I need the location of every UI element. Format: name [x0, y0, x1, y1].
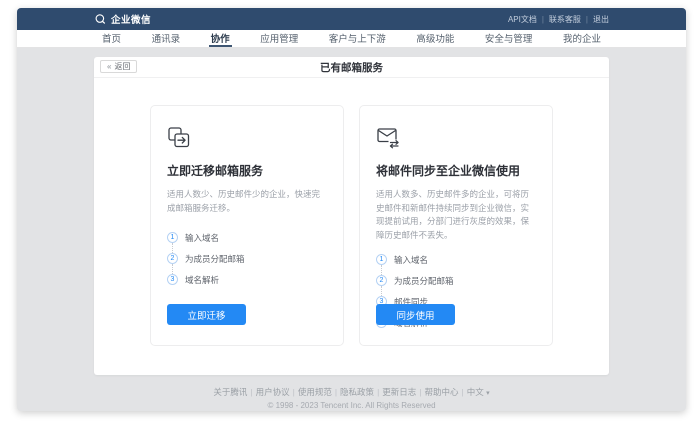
step-label: 输入域名: [394, 254, 428, 266]
migrate-now-button[interactable]: 立即迁移: [167, 304, 246, 325]
migrate-mail-card: 立即迁移邮箱服务 适用人数少、历史邮件少的企业，快速完成邮箱服务迁移。 1 输入…: [150, 105, 344, 346]
step-label: 输入域名: [185, 232, 219, 244]
logo-text: 企业微信: [111, 12, 151, 26]
separator: |: [462, 387, 464, 397]
api-docs-link[interactable]: API文档: [508, 14, 537, 25]
footer-link-about[interactable]: 关于腾讯: [213, 387, 247, 397]
copyright-text: © 1998 - 2023 Tencent Inc. All Rights Re…: [17, 401, 686, 410]
step-item: 3 域名解析: [167, 269, 327, 290]
separator: |: [250, 387, 252, 397]
step-number-badge: 1: [376, 254, 387, 265]
step-number-badge: 2: [376, 275, 387, 286]
nav-item-customers[interactable]: 客户与上下游: [327, 30, 388, 47]
topbar-links: API文档 | 联系客服 | 退出: [508, 14, 609, 25]
separator: |: [586, 15, 588, 24]
step-label: 为成员分配邮箱: [185, 253, 245, 265]
nav-item-my-company[interactable]: 我的企业: [561, 30, 603, 47]
mail-sync-icon: [376, 126, 400, 149]
step-item: 2 为成员分配邮箱: [376, 270, 536, 291]
step-item: 2 为成员分配邮箱: [167, 248, 327, 269]
option-cards: 立即迁移邮箱服务 适用人数少、历史邮件少的企业，快速完成邮箱服务迁移。 1 输入…: [94, 105, 609, 346]
step-label: 域名解析: [185, 274, 219, 286]
language-label: 中文: [467, 387, 484, 397]
page-footer: 关于腾讯|用户协议|使用规范|隐私政策|更新日志|帮助中心|中文 ▾ © 199…: [17, 386, 686, 410]
sync-use-button[interactable]: 同步使用: [376, 304, 455, 325]
chevron-left-icon: «: [107, 62, 111, 71]
caret-down-icon: ▾: [486, 390, 490, 397]
footer-link-changelog[interactable]: 更新日志: [382, 387, 416, 397]
separator: |: [293, 387, 295, 397]
topbar: 企业微信 API文档 | 联系客服 | 退出: [17, 8, 686, 30]
card-description: 适用人数多、历史邮件多的企业，可将历史邮件和新邮件持续同步到企业微信，实现提前试…: [376, 188, 536, 242]
separator: |: [419, 387, 421, 397]
footer-link-usage-rules[interactable]: 使用规范: [298, 387, 332, 397]
nav-item-home[interactable]: 首页: [100, 30, 123, 47]
panel-header: « 返回 已有邮箱服务: [94, 57, 609, 78]
footer-link-help-center[interactable]: 帮助中心: [425, 387, 459, 397]
steps-list: 1 输入域名 2 为成员分配邮箱 3 域名解析: [167, 227, 327, 290]
nav-item-security[interactable]: 安全与管理: [483, 30, 535, 47]
back-button[interactable]: « 返回: [100, 60, 137, 73]
nav-item-collaboration[interactable]: 协作: [209, 30, 232, 47]
page-title: 已有邮箱服务: [320, 60, 383, 75]
migrate-icon: [167, 126, 191, 149]
footer-link-privacy[interactable]: 隐私政策: [340, 387, 374, 397]
nav-item-contacts[interactable]: 通讯录: [150, 30, 183, 47]
card-title: 将邮件同步至企业微信使用: [376, 162, 536, 179]
step-number-badge: 2: [167, 253, 178, 264]
step-label: 为成员分配邮箱: [394, 275, 454, 287]
contact-support-link[interactable]: 联系客服: [549, 14, 581, 25]
admin-console-page: 企业微信 API文档 | 联系客服 | 退出 首页 通讯录 协作 应用管理 客户…: [17, 8, 686, 411]
language-selector[interactable]: 中文 ▾: [467, 387, 490, 397]
separator: |: [335, 387, 337, 397]
wechat-work-logo[interactable]: 企业微信: [94, 12, 151, 26]
step-number-badge: 3: [167, 274, 178, 285]
step-number-badge: 1: [167, 232, 178, 243]
mail-service-panel: « 返回 已有邮箱服务 立即迁移邮箱服务 适用人数少: [94, 57, 609, 375]
back-button-label: 返回: [114, 61, 130, 72]
nav-item-advanced[interactable]: 高级功能: [414, 30, 456, 47]
separator: |: [377, 387, 379, 397]
logout-link[interactable]: 退出: [593, 14, 609, 25]
sync-mail-card: 将邮件同步至企业微信使用 适用人数多、历史邮件多的企业，可将历史邮件和新邮件持续…: [359, 105, 553, 346]
step-item: 1 输入域名: [167, 227, 327, 248]
page-body: « 返回 已有邮箱服务 立即迁移邮箱服务 适用人数少: [17, 57, 686, 411]
footer-link-user-agreement[interactable]: 用户协议: [256, 387, 290, 397]
separator: |: [542, 15, 544, 24]
main-navbar: 首页 通讯录 协作 应用管理 客户与上下游 高级功能 安全与管理 我的企业: [17, 30, 686, 48]
footer-links: 关于腾讯|用户协议|使用规范|隐私政策|更新日志|帮助中心|中文 ▾: [17, 386, 686, 398]
card-title: 立即迁移邮箱服务: [167, 162, 327, 179]
card-description: 适用人数少、历史邮件少的企业，快速完成邮箱服务迁移。: [167, 188, 327, 215]
step-item: 1 输入域名: [376, 249, 536, 270]
nav-item-app-management[interactable]: 应用管理: [258, 30, 300, 47]
wechat-work-logo-icon: [94, 13, 107, 26]
